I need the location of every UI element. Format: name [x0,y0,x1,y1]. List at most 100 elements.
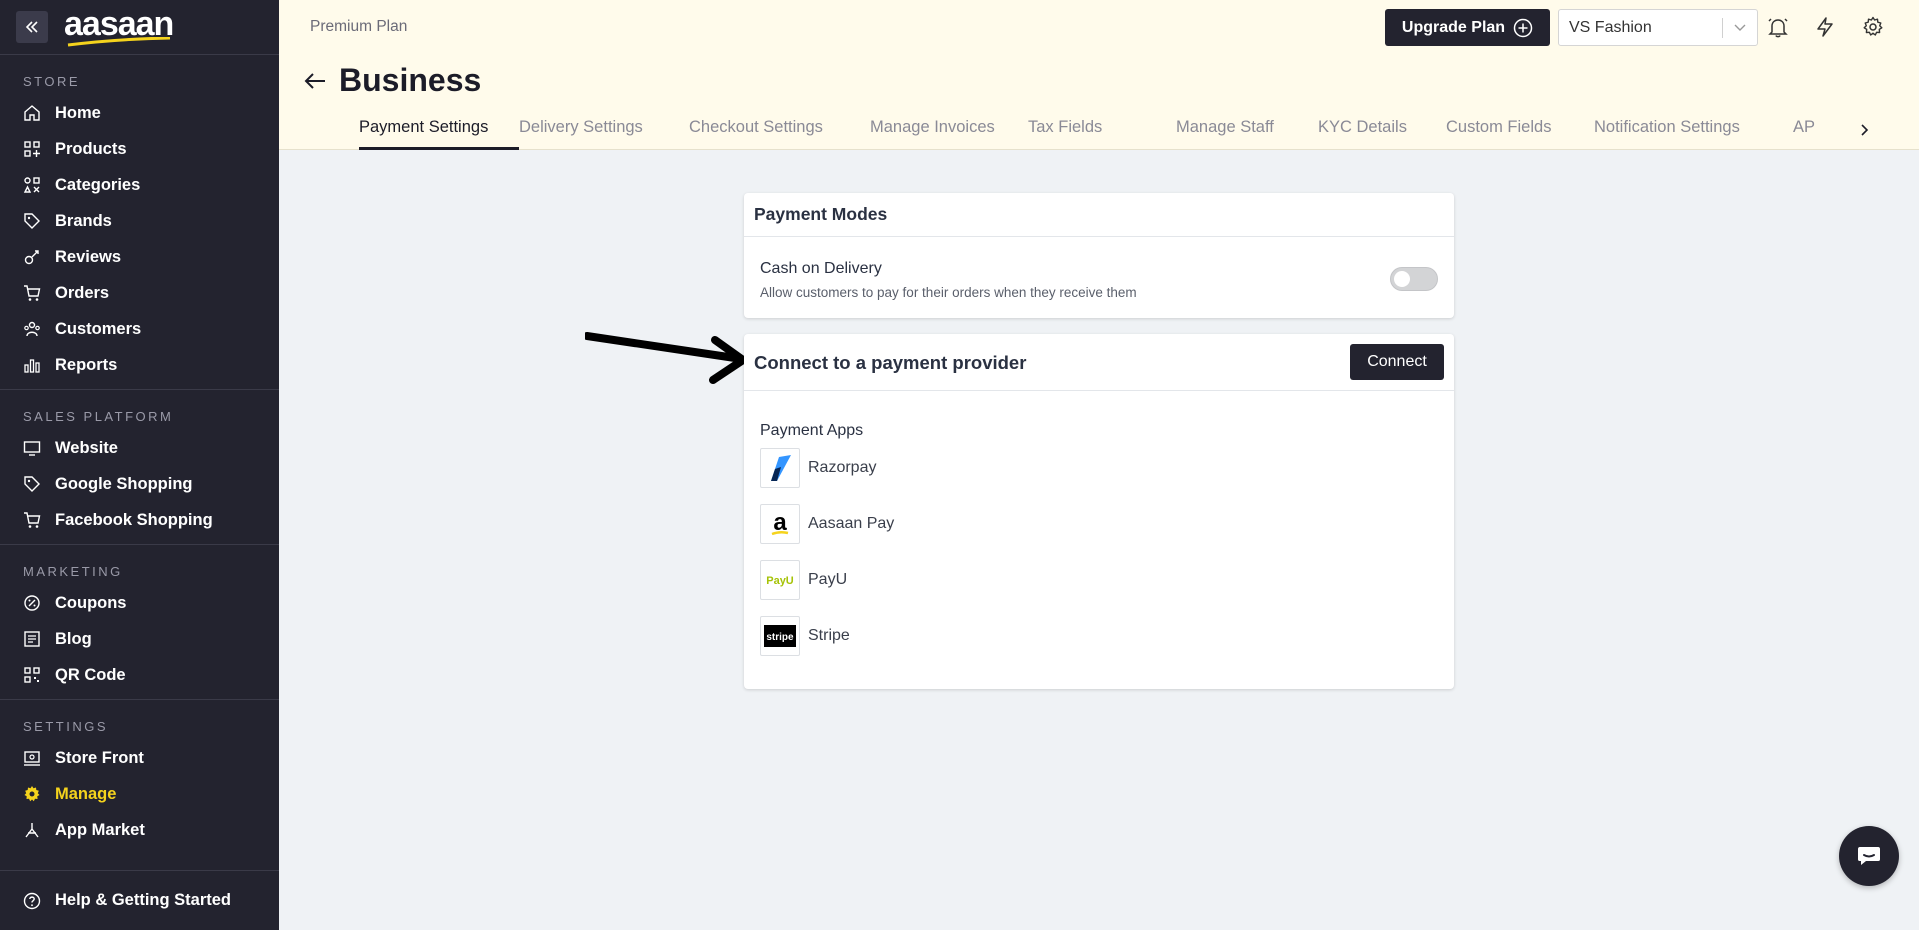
tab-label: Manage Staff [1176,118,1274,136]
bar-chart-icon [23,356,41,374]
sidebar-item-qr-code[interactable]: QR Code [0,657,279,693]
upgrade-plan-label: Upgrade Plan [1401,18,1506,36]
back-button[interactable] [303,68,329,94]
tab-notification-settings[interactable]: Notification Settings [1594,118,1793,150]
tab-ap[interactable]: AP [1793,118,1823,150]
tab-kyc-details[interactable]: KYC Details [1318,118,1446,150]
chat-support-button[interactable] [1839,826,1899,886]
tab-custom-fields[interactable]: Custom Fields [1446,118,1594,150]
notifications-button[interactable] [1766,15,1790,39]
help-label: Help & Getting Started [55,891,232,909]
payment-app-razorpay[interactable]: Razorpay [760,448,876,488]
sidebar-item-label: Blog [55,629,92,648]
sidebar-item-google-shopping[interactable]: Google Shopping [0,466,279,502]
sidebar-item-website[interactable]: Website [0,430,279,466]
payment-app-name: Aasaan Pay [808,515,895,532]
sidebar-item-products[interactable]: Products [0,131,279,167]
page-title-row: Business [303,62,481,99]
sidebar-item-label: Customers [55,319,142,338]
payment-app-payu[interactable]: PayU PayU [760,560,847,600]
sidebar-item-brands[interactable]: Brands [0,203,279,239]
stripe-logo-icon: stripe [760,616,800,656]
tab-label: Delivery Settings [519,118,643,136]
sidebar-section-sales-platform: SALES PLATFORM Website Google Shopping F… [0,390,279,545]
home-icon [23,104,41,122]
tab-manage-invoices[interactable]: Manage Invoices [870,118,1028,150]
svg-text:stripe: stripe [766,632,794,643]
sidebar-item-app-market[interactable]: App Market [0,812,279,848]
arrow-left-icon [304,72,325,89]
sidebar-item-home[interactable]: Home [0,95,279,131]
tab-delivery-settings[interactable]: Delivery Settings [519,118,689,150]
tab-label: Checkout Settings [689,118,823,136]
sidebar-item-label: QR Code [55,665,126,684]
sidebar-item-coupons[interactable]: Coupons [0,585,279,621]
sidebar-item-label: Products [55,139,127,158]
svg-text:PayU: PayU [766,575,794,587]
sidebar-item-label: Website [55,438,118,457]
sidebar-item-categories[interactable]: Categories [0,167,279,203]
cod-toggle[interactable] [1390,267,1438,291]
tab-manage-staff[interactable]: Manage Staff [1176,118,1318,150]
sidebar-item-reviews[interactable]: Reviews [0,239,279,275]
sidebar-section-title: STORE [23,74,81,89]
users-icon [23,320,41,338]
tag-icon [23,475,41,493]
payment-modes-title: Payment Modes [744,193,1454,237]
payment-apps-title: Payment Apps [760,422,864,439]
sidebar-item-store-front[interactable]: Store Front [0,740,279,776]
logo-swoosh-icon [67,37,171,47]
sidebar: aasaan STORE Home Products Categories Br… [0,0,279,930]
sidebar-item-reports[interactable]: Reports [0,347,279,383]
bell-icon [1768,18,1788,38]
toggle-knob [1394,271,1410,287]
sidebar-item-customers[interactable]: Customers [0,311,279,347]
double-chevron-left-icon [25,21,38,33]
connect-button[interactable]: Connect [1350,344,1444,380]
tab-payment-settings[interactable]: Payment Settings [359,118,519,150]
page-title: Business [339,62,482,98]
settings-button[interactable] [1861,15,1885,39]
tab-tax-fields[interactable]: Tax Fields [1028,118,1151,150]
brand-logo[interactable]: aasaan [64,7,174,47]
sidebar-section-store: STORE Home Products Categories Brands Re… [0,55,279,390]
lightning-icon [1817,17,1833,37]
gear-icon [1863,16,1883,36]
plus-circle-icon [1513,18,1533,37]
settings-tabs: Payment Settings Delivery Settings Check… [359,118,1823,150]
tab-label: Custom Fields [1446,118,1552,136]
payment-app-name: Razorpay [808,459,877,476]
sidebar-item-label: Manage [55,784,117,803]
upgrade-plan-button[interactable]: Upgrade Plan [1385,9,1550,46]
sidebar-section-marketing: MARKETING Coupons Blog QR Code [0,545,279,700]
tab-label: Tax Fields [1028,118,1103,136]
sidebar-item-orders[interactable]: Orders [0,275,279,311]
tab-checkout-settings[interactable]: Checkout Settings [689,118,870,150]
cart-icon [23,284,41,302]
sidebar-section-settings: SETTINGS Store Front Manage App Market [0,700,279,854]
plan-label: Premium Plan [310,18,408,35]
payment-app-stripe[interactable]: stripe Stripe [760,616,850,656]
payment-provider-header: Connect to a payment provider Connect [744,334,1454,391]
sidebar-item-label: Google Shopping [55,474,193,493]
help-getting-started[interactable]: Help & Getting Started [0,870,279,930]
store-select-value: VS Fashion [1569,18,1652,36]
sidebar-item-facebook-shopping[interactable]: Facebook Shopping [0,502,279,538]
cart-icon [23,511,41,529]
tabs-scroll-right-button[interactable] [1855,119,1875,141]
tab-label: Payment Settings [359,118,489,136]
sidebar-item-label: Orders [55,283,110,302]
store-select[interactable]: VS Fashion [1558,9,1758,46]
payment-app-aasaan-pay[interactable]: a Aasaan Pay [760,504,894,544]
sidebar-item-label: App Market [55,820,145,839]
sidebar-item-blog[interactable]: Blog [0,621,279,657]
sidebar-item-manage[interactable]: Manage [0,776,279,812]
sidebar-item-label: Facebook Shopping [55,510,213,529]
quick-actions-button[interactable] [1813,15,1837,39]
payment-app-name: PayU [808,571,848,588]
coupon-icon [23,594,41,612]
collapse-sidebar-button[interactable] [16,11,48,43]
top-header: Premium Plan Upgrade Plan VS Fashion Bus… [279,0,1919,150]
tab-label: Manage Invoices [870,118,995,136]
sidebar-section-title: SETTINGS [23,719,109,734]
